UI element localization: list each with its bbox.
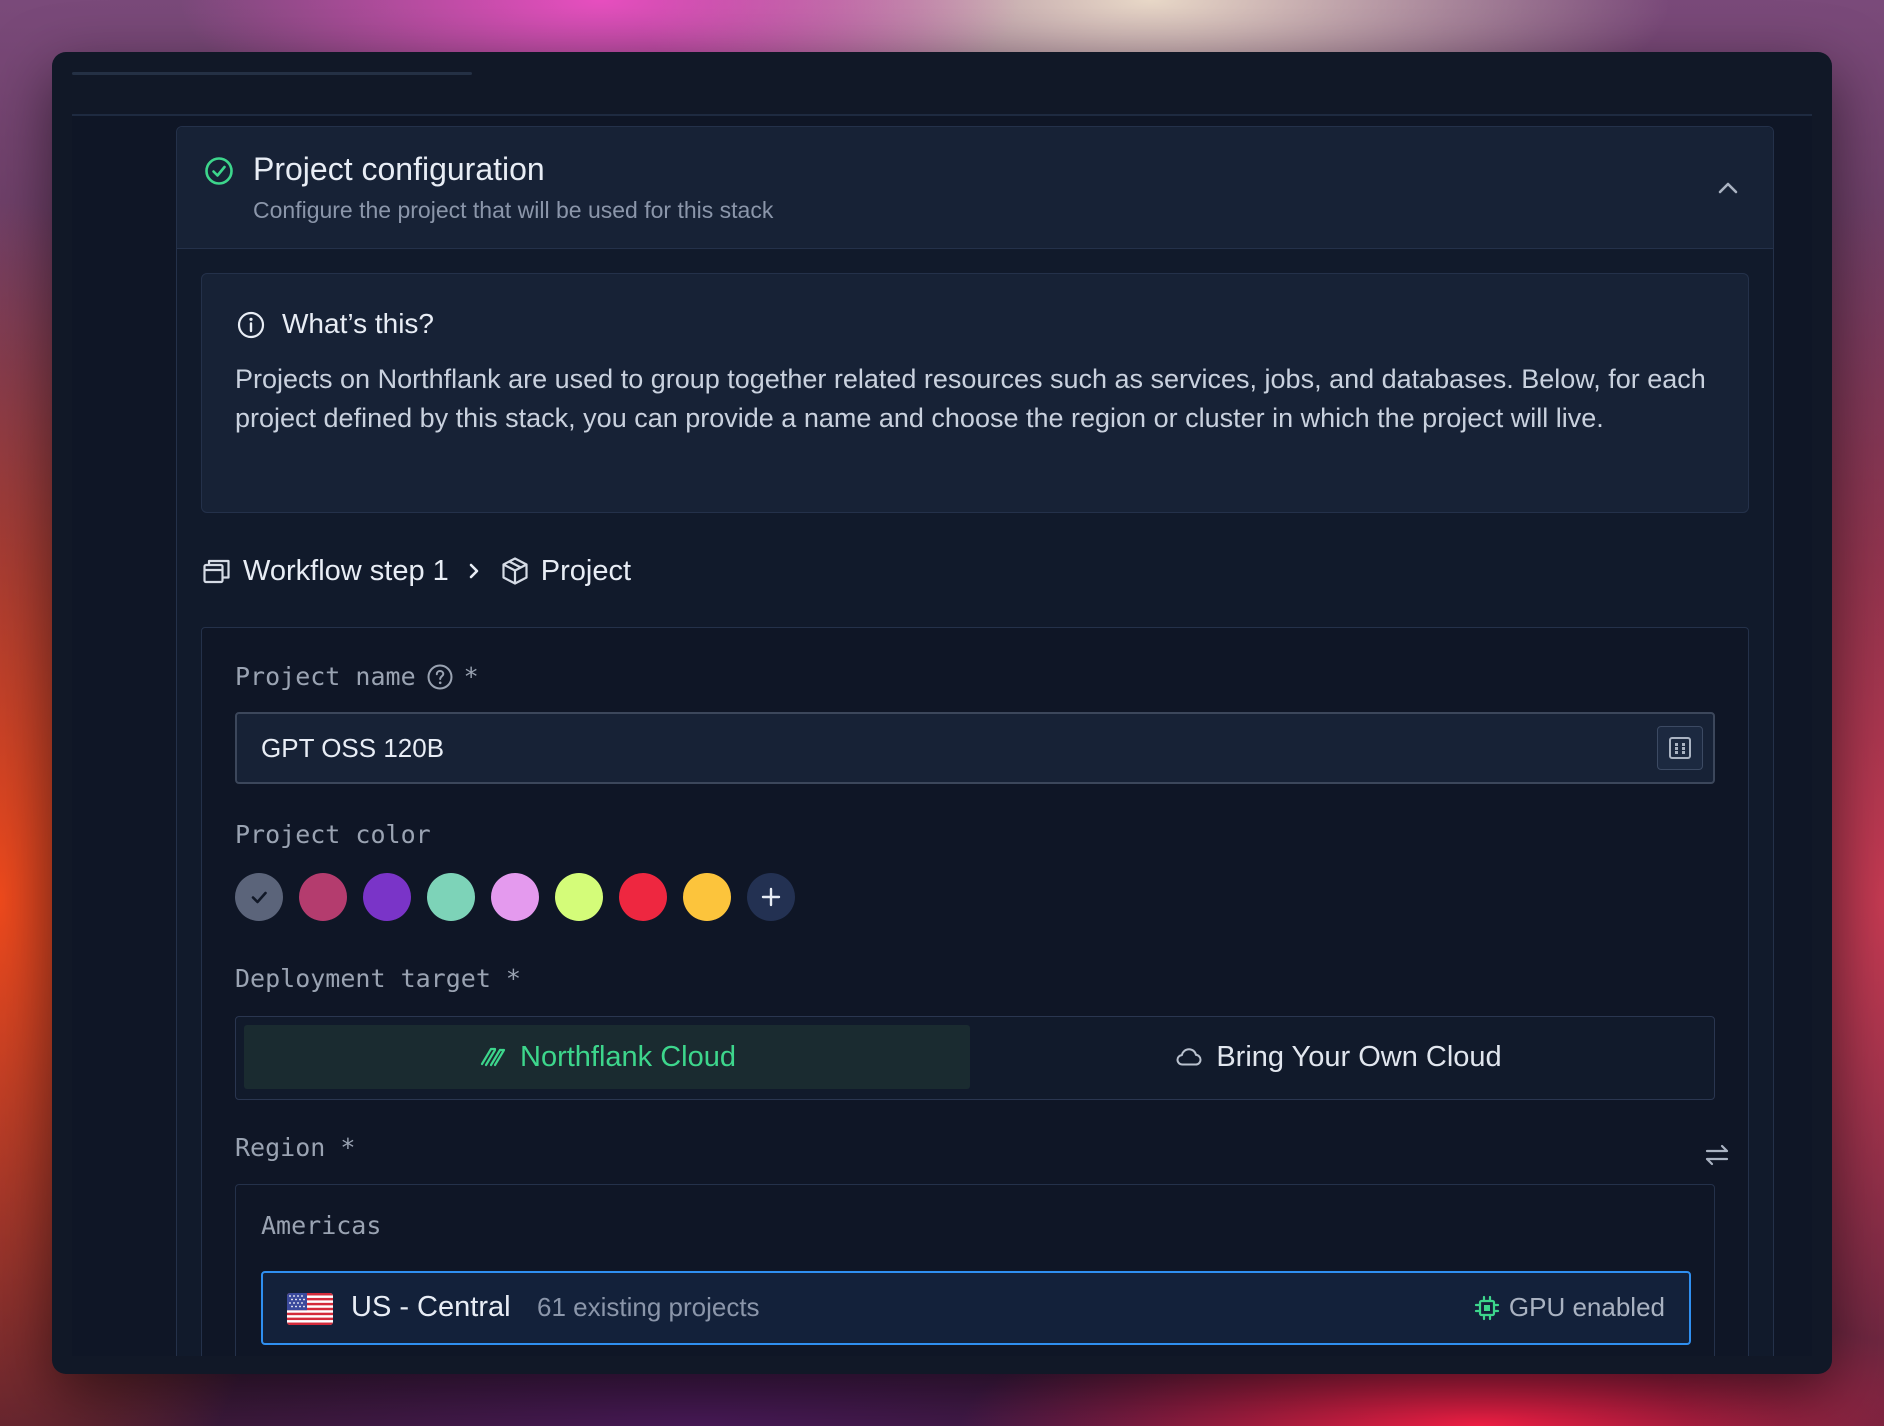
deployment-target-label: Deployment target * [235,964,521,993]
color-swatches [235,873,795,923]
add-color-button[interactable] [747,873,795,921]
cube-icon [502,557,528,585]
byoc-label: Bring Your Own Cloud [1216,1040,1502,1073]
template-button[interactable] [1657,726,1703,770]
section-subtitle: Configure the project that will be used … [253,197,774,223]
info-text: Projects on Northflank are used to group… [235,364,1706,433]
template-icon [1669,737,1691,759]
gpu-badge: GPU enabled [1473,1292,1665,1323]
color-swatch[interactable] [299,873,347,921]
info-title: What’s this? [282,308,434,339]
project-form: Project name * GPT OSS 120B Project colo… [201,627,1749,1356]
section-header[interactable]: Project configuration Configure the proj… [177,127,1773,249]
region-label: Region * [235,1133,356,1162]
color-swatch[interactable] [555,873,603,921]
northflank-logo-icon [480,1047,506,1067]
breadcrumb-step[interactable]: Workflow step 1 [243,555,449,588]
section-title: Project configuration [253,151,545,187]
project-configuration-card: Project configuration Configure the proj… [176,126,1774,1356]
window-stack-icon [203,559,230,584]
main-content[interactable]: Project configuration Configure the proj… [72,116,1812,1356]
color-swatch[interactable] [619,873,667,921]
region-name: US - Central [351,1291,511,1323]
northflank-cloud-option[interactable]: Northflank Cloud [244,1025,970,1089]
color-swatch-selected[interactable] [235,873,283,921]
color-swatch[interactable] [683,873,731,921]
gpu-badge-label: GPU enabled [1508,1292,1665,1322]
help-circle-icon[interactable] [426,663,454,691]
plus-icon [761,887,781,907]
check-circle-icon [205,157,233,185]
checkmark-icon [251,891,267,904]
region-group-label: Americas [261,1211,382,1240]
swap-icon[interactable] [1702,1140,1732,1170]
project-name-field[interactable] [235,712,1715,784]
chevron-up-icon[interactable] [1713,173,1743,203]
chip-icon [1474,1295,1499,1320]
deployment-target-toggle: Northflank Cloud Bring Your Own Cloud [235,1016,1715,1100]
info-icon [237,311,265,339]
project-name-input[interactable] [237,714,1637,782]
color-swatch[interactable] [491,873,539,921]
region-list: Americas US - Central 61 existing projec… [235,1184,1715,1356]
project-color-label: Project color [235,820,431,849]
progress-indicator [72,72,472,75]
project-name-label-text: Project name [235,662,416,691]
color-swatch[interactable] [427,873,475,921]
breadcrumb-item: Project [540,554,632,587]
region-project-count: 61 existing projects [537,1292,760,1322]
northflank-cloud-label: Northflank Cloud [520,1040,736,1073]
required-mark: * [463,662,479,691]
breadcrumb: Workflow step 1 Project [201,551,631,591]
chevron-right-icon [469,563,479,579]
top-bar [72,72,1812,116]
byoc-option[interactable]: Bring Your Own Cloud [970,1025,1706,1089]
info-panel: What’s this? Projects on Northflank are … [201,273,1749,513]
project-name-label: Project name * [235,662,479,691]
cloud-icon [1176,1048,1202,1066]
app-window: Project configuration Configure the proj… [52,52,1832,1374]
us-flag-icon [287,1293,333,1325]
region-option-us-central[interactable]: US - Central 61 existing projects GPU en… [261,1271,1691,1345]
color-swatch[interactable] [363,873,411,921]
